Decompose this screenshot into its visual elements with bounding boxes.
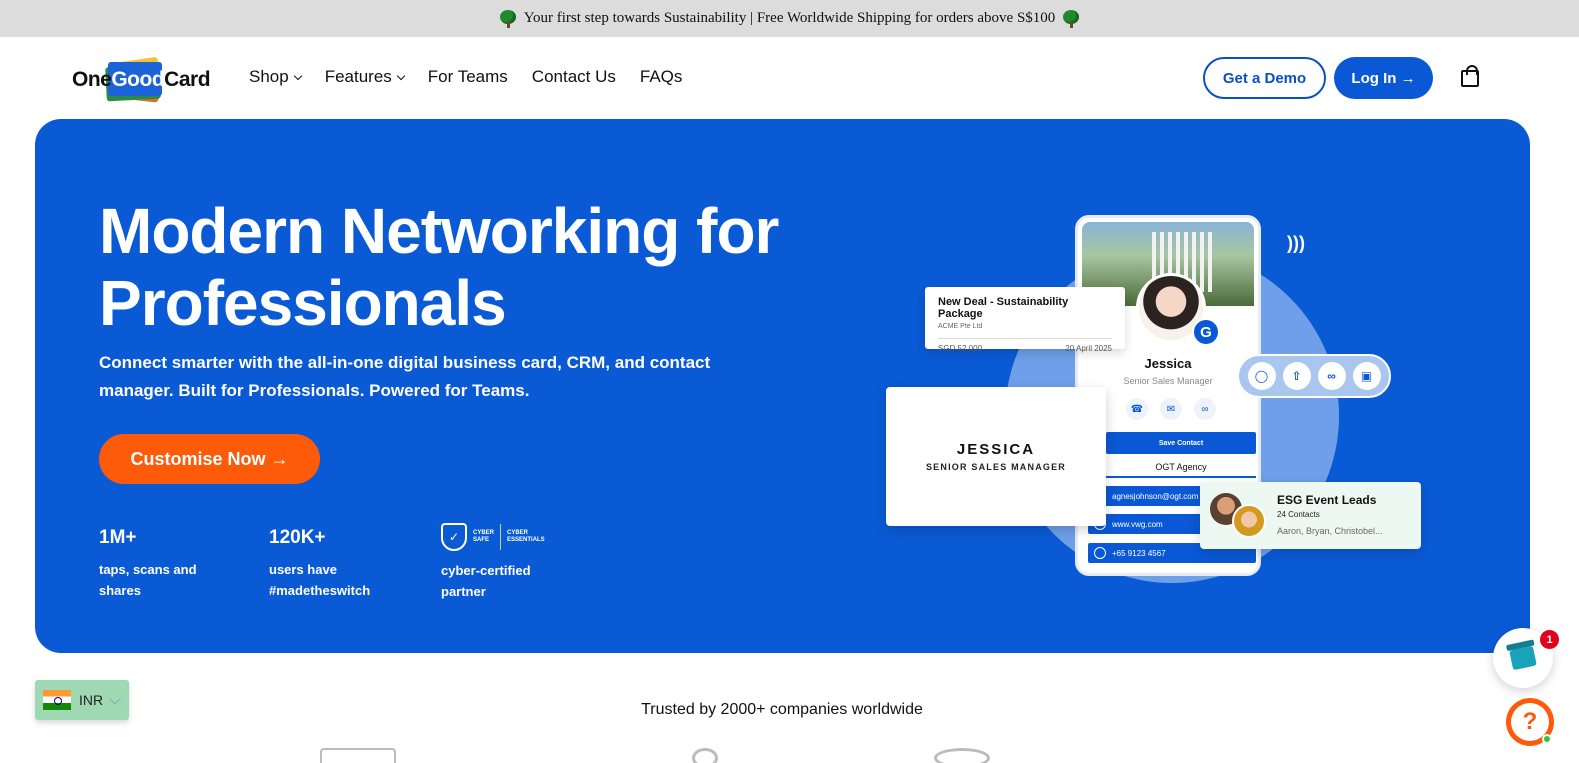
chevron-down-icon (109, 692, 121, 705)
gallery-icon: ▣ (1352, 362, 1381, 390)
hero-title: Modern Networking for Professionals (99, 195, 779, 339)
social-links-pill: ◯ ⇧ ∞ ▣ (1237, 354, 1391, 398)
stat-users: 120K+ users have #madetheswitch (269, 527, 371, 598)
online-status-dot (1542, 734, 1552, 744)
whatsapp-icon (1094, 547, 1106, 559)
company-logo (320, 748, 396, 763)
company-logos-strip (0, 740, 1579, 763)
shopping-bag-icon[interactable] (1461, 65, 1479, 87)
login-button[interactable]: Log In → (1334, 57, 1433, 99)
shield-icon: ✓ (441, 523, 467, 551)
chevron-down-icon (293, 71, 302, 80)
cyber-essentials-badge: ✓ CYBER SAFE CYBER ESSENTIALS (441, 522, 545, 552)
company-logo (934, 748, 990, 763)
hero-subtitle: Connect smarter with the all-in-one digi… (99, 353, 711, 400)
main-nav: OneGoodCard Shop Features For Teams Cont… (0, 37, 1579, 119)
phone-icon: ☎ (1126, 398, 1148, 420)
avatar (1232, 504, 1266, 538)
chevron-down-icon (396, 71, 406, 80)
gift-icon (1509, 645, 1537, 671)
help-chat-button[interactable]: ? (1506, 698, 1554, 746)
notification-badge: 1 (1540, 630, 1559, 649)
nav-item-faqs[interactable]: FAQs (640, 67, 683, 87)
deal-card: New Deal - Sustainability Package ACME P… (925, 287, 1125, 353)
agency-label: OGT Agency (1106, 462, 1256, 478)
nav-item-shop[interactable]: Shop (249, 67, 302, 87)
india-flag-icon (43, 690, 71, 710)
logo[interactable]: OneGoodCard (72, 54, 212, 103)
stat-taps: 1M+ taps, scans and shares (99, 527, 197, 598)
business-card: JESSICA SENIOR SALES MANAGER (886, 387, 1106, 526)
nav-item-features[interactable]: Features (325, 67, 406, 87)
save-contact-button: Save Contact (1106, 432, 1256, 454)
trusted-heading: Trusted by 2000+ companies worldwide (641, 701, 923, 718)
mail-icon: ✉ (1160, 398, 1182, 420)
tree-icon (499, 9, 516, 28)
file-icon: ⇧ (1282, 362, 1311, 390)
profile-name: Jessica (1144, 356, 1192, 371)
announcement-bar: Your first step towards Sustainability |… (0, 0, 1579, 37)
nfc-icon: ))) (1287, 233, 1305, 253)
instagram-icon: ◯ (1247, 362, 1276, 390)
profile-role: Senior Sales Manager (1123, 376, 1213, 386)
nav-item-contact-us[interactable]: Contact Us (532, 67, 616, 87)
esg-leads-card: ESG Event Leads 24 Contacts Aaron, Bryan… (1200, 482, 1421, 549)
nav-item-for-teams[interactable]: For Teams (428, 67, 508, 87)
currency-selector[interactable]: INR (35, 680, 129, 720)
stat-cyber: ✓ CYBER SAFE CYBER ESSENTIALS cyber-certif… (441, 522, 545, 602)
customise-now-button[interactable]: Customise Now → (99, 434, 320, 484)
announcement-text: Your first step towards Sustainability |… (523, 10, 1056, 26)
tree-icon (1063, 9, 1080, 28)
nav-menu: Shop Features For Teams Contact Us FAQs (249, 67, 682, 87)
share-icon: ∞ (1194, 398, 1216, 420)
company-logo (692, 748, 718, 763)
hero-section: Modern Networking for Professionals Conn… (35, 119, 1530, 653)
currency-code: INR (79, 692, 104, 708)
brand-badge: G (1192, 318, 1220, 346)
get-demo-button[interactable]: Get a Demo (1203, 57, 1326, 99)
link-icon: ∞ (1317, 362, 1346, 390)
